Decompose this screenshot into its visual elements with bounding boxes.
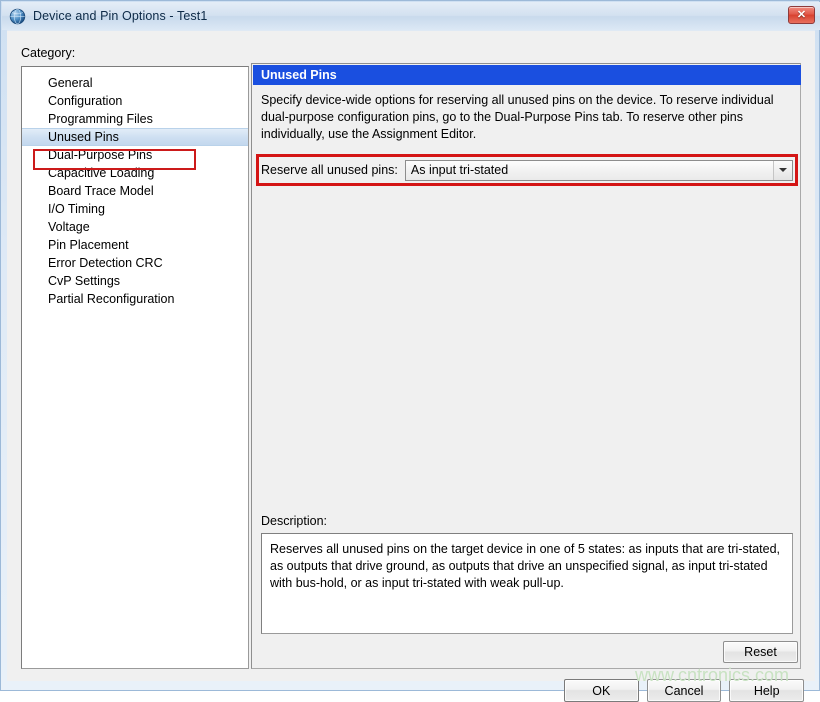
category-item-label: Voltage: [48, 220, 90, 234]
category-item-label: Capacitive Loading: [48, 166, 154, 180]
category-item-label: Error Detection CRC: [48, 256, 163, 270]
category-item-general[interactable]: General: [22, 74, 248, 92]
panel-title: Unused Pins: [253, 65, 801, 85]
panel-intro-text: Specify device-wide options for reservin…: [261, 92, 791, 143]
close-glyph: ✕: [797, 10, 806, 21]
category-item-board-trace-model[interactable]: Board Trace Model: [22, 182, 248, 200]
category-item-pin-placement[interactable]: Pin Placement: [22, 236, 248, 254]
category-item-error-detection-crc[interactable]: Error Detection CRC: [22, 254, 248, 272]
description-text: Reserves all unused pins on the target d…: [261, 533, 793, 634]
options-panel: Unused Pins Specify device-wide options …: [251, 63, 801, 669]
category-item-label: Unused Pins: [48, 130, 119, 144]
category-item-programming-files[interactable]: Programming Files: [22, 110, 248, 128]
category-item-label: Dual-Purpose Pins: [48, 148, 152, 162]
category-item-partial-reconfiguration[interactable]: Partial Reconfiguration: [22, 290, 248, 308]
category-item-capacitive-loading[interactable]: Capacitive Loading: [22, 164, 248, 182]
category-item-io-timing[interactable]: I/O Timing: [22, 200, 248, 218]
category-item-label: Pin Placement: [48, 238, 129, 252]
chevron-down-glyph: [779, 168, 787, 172]
reserve-all-unused-pins-dropdown[interactable]: As input tri-stated: [405, 160, 793, 181]
reset-button[interactable]: Reset: [723, 641, 798, 663]
category-item-cvp-settings[interactable]: CvP Settings: [22, 272, 248, 290]
category-item-voltage[interactable]: Voltage: [22, 218, 248, 236]
reserve-all-unused-pins-row: Reserve all unused pins: As input tri-st…: [261, 159, 793, 181]
dialog-window: Device and Pin Options - Test1 ✕ Categor…: [0, 0, 820, 691]
reserve-all-unused-pins-value: As input tri-stated: [406, 163, 508, 177]
category-item-label: Partial Reconfiguration: [48, 292, 174, 306]
category-item-configuration[interactable]: Configuration: [22, 92, 248, 110]
category-item-label: General: [48, 76, 92, 90]
category-item-unused-pins[interactable]: Unused Pins: [22, 128, 248, 146]
reserve-all-unused-pins-label: Reserve all unused pins:: [261, 163, 398, 177]
category-item-label: Configuration: [48, 94, 122, 108]
category-label: Category:: [21, 46, 75, 60]
category-item-label: CvP Settings: [48, 274, 120, 288]
category-item-label: I/O Timing: [48, 202, 105, 216]
category-list[interactable]: General Configuration Programming Files …: [21, 66, 249, 669]
category-item-label: Board Trace Model: [48, 184, 154, 198]
category-item-dual-purpose-pins[interactable]: Dual-Purpose Pins: [22, 146, 248, 164]
window-title: Device and Pin Options - Test1: [33, 9, 207, 23]
title-bar[interactable]: Device and Pin Options - Test1 ✕: [2, 2, 820, 30]
globe-icon: [9, 8, 26, 25]
dialog-client-area: Category: General Configuration Programm…: [7, 30, 815, 681]
description-label: Description:: [261, 514, 327, 528]
close-icon[interactable]: ✕: [788, 6, 815, 24]
category-item-label: Programming Files: [48, 112, 153, 126]
chevron-down-icon[interactable]: [773, 161, 792, 180]
